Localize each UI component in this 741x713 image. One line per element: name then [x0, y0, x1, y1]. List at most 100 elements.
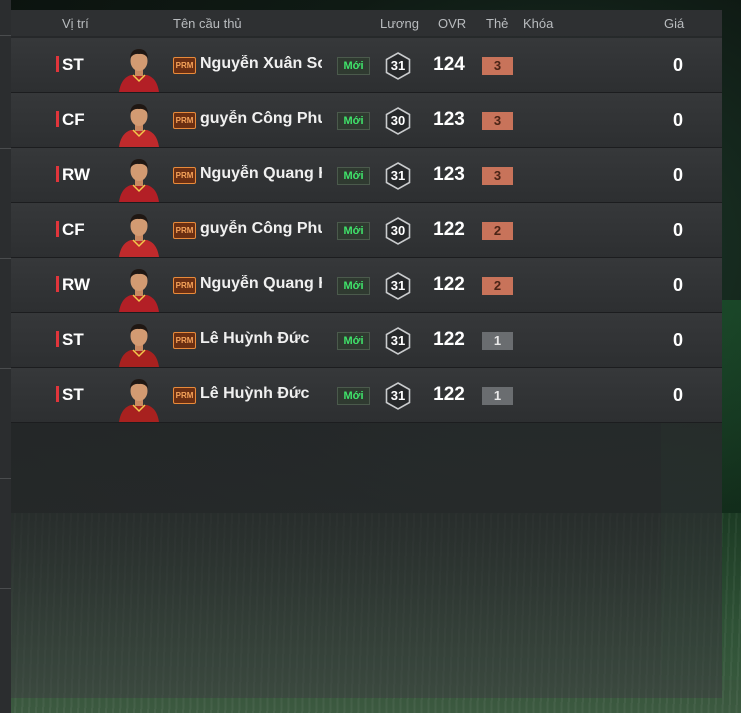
player-name: Nguyễn Xuân Son — [200, 55, 322, 72]
player-avatar-icon — [119, 49, 159, 92]
salary-badge: 30 — [384, 107, 412, 135]
new-badge: Mới — [337, 57, 370, 75]
prm-season-badge: PRM — [173, 332, 196, 349]
price-value: 0 — [672, 110, 683, 130]
card-level-badge: 2 — [482, 222, 513, 240]
header-lock[interactable]: Khóa — [523, 16, 553, 31]
salary-badge: 31 — [384, 52, 412, 80]
position-text: ST — [62, 385, 84, 404]
prm-season-badge: PRM — [173, 277, 196, 294]
salary-value: 30 — [390, 223, 406, 238]
salary-badge: 31 — [384, 382, 412, 410]
position-text: ST — [62, 55, 84, 74]
salary-badge: 30 — [384, 217, 412, 245]
prm-season-badge: PRM — [173, 222, 196, 239]
salary-badge: 31 — [384, 327, 412, 355]
table-row[interactable]: CF PRM guyễn Công Phượ Mới 30 123 3 0 — [11, 93, 722, 148]
prm-season-badge: PRM — [173, 387, 196, 404]
card-level-badge: 2 — [482, 277, 513, 295]
price-value: 0 — [672, 220, 683, 240]
ovr-value: 123 — [433, 109, 465, 130]
prm-season-badge: PRM — [173, 112, 196, 129]
position-label: CF — [56, 110, 85, 130]
player-name: Lê Huỳnh Đức — [200, 385, 310, 402]
position-text: CF — [62, 220, 85, 239]
card-level-badge: 1 — [482, 387, 513, 405]
new-badge: Mới — [337, 167, 370, 185]
table-row[interactable]: ST PRM Lê Huỳnh Đức Mới 31 122 1 0 — [11, 313, 722, 368]
new-badge: Mới — [337, 277, 370, 295]
table-row[interactable]: RW PRM Nguyễn Quang Hả Mới 31 123 3 0 — [11, 148, 722, 203]
player-avatar-icon — [119, 324, 159, 367]
header-card[interactable]: Thẻ — [486, 16, 508, 31]
table-header: Vị trí Tên cầu thủ Lương OVR Thẻ Khóa Gi… — [11, 10, 722, 36]
salary-value: 31 — [390, 58, 406, 73]
player-name: Nguyễn Quang Hả — [200, 165, 322, 182]
new-badge: Mới — [337, 222, 370, 240]
table-row[interactable]: RW PRM Nguyễn Quang Hả Mới 31 122 2 0 — [11, 258, 722, 313]
salary-badge: 31 — [384, 162, 412, 190]
card-level-badge: 3 — [482, 112, 513, 130]
player-avatar-icon — [119, 269, 159, 312]
ovr-value: 122 — [433, 329, 465, 350]
prm-season-badge: PRM — [173, 167, 196, 184]
player-name: Nguyễn Quang Hả — [200, 275, 322, 292]
position-label: CF — [56, 220, 85, 240]
ovr-value: 122 — [433, 219, 465, 240]
price-value: 0 — [672, 330, 683, 350]
position-label: RW — [56, 165, 91, 185]
card-level-badge: 1 — [482, 332, 513, 350]
price-value: 0 — [672, 165, 683, 185]
position-bar — [56, 166, 59, 182]
salary-value: 31 — [390, 278, 406, 293]
position-text: CF — [62, 110, 85, 129]
header-price[interactable]: Giá — [664, 16, 684, 31]
player-avatar-icon — [119, 159, 159, 202]
card-level-badge: 3 — [482, 57, 513, 75]
prm-season-badge: PRM — [173, 57, 196, 74]
salary-value: 30 — [390, 113, 406, 128]
ovr-value: 124 — [433, 54, 465, 75]
header-ovr[interactable]: OVR — [438, 16, 466, 31]
new-badge: Mới — [337, 332, 370, 350]
position-label: RW — [56, 275, 91, 295]
position-bar — [56, 221, 59, 237]
card-level-badge: 3 — [482, 167, 513, 185]
header-name[interactable]: Tên cầu thủ — [173, 16, 242, 31]
player-avatar-icon — [119, 214, 159, 257]
position-bar — [56, 56, 59, 72]
salary-value: 31 — [390, 388, 406, 403]
player-avatar-icon — [119, 379, 159, 422]
position-text: RW — [62, 275, 91, 294]
new-badge: Mới — [337, 387, 370, 405]
table-row[interactable]: ST PRM Lê Huỳnh Đức Mới 31 122 1 0 — [11, 368, 722, 423]
salary-value: 31 — [390, 168, 406, 183]
player-name: guyễn Công Phượ — [200, 220, 322, 237]
position-bar — [56, 276, 59, 292]
position-label: ST — [56, 330, 84, 350]
price-value: 0 — [672, 275, 683, 295]
new-badge: Mới — [337, 112, 370, 130]
position-bar — [56, 386, 59, 402]
salary-value: 31 — [390, 333, 406, 348]
player-list-panel: Vị trí Tên cầu thủ Lương OVR Thẻ Khóa Gi… — [11, 10, 722, 698]
position-label: ST — [56, 55, 84, 75]
player-avatar-icon — [119, 104, 159, 147]
table-row[interactable]: ST PRM Nguyễn Xuân Son Mới 31 124 3 0 — [11, 38, 722, 93]
ovr-value: 122 — [433, 384, 465, 405]
position-label: ST — [56, 385, 84, 405]
position-bar — [56, 111, 59, 127]
salary-badge: 31 — [384, 272, 412, 300]
table-row[interactable]: CF PRM guyễn Công Phượ Mới 30 122 2 0 — [11, 203, 722, 258]
left-edge-panel — [0, 0, 11, 713]
player-name: Lê Huỳnh Đức — [200, 330, 310, 347]
ovr-value: 123 — [433, 164, 465, 185]
header-position[interactable]: Vị trí — [62, 16, 89, 31]
position-text: RW — [62, 165, 91, 184]
position-text: ST — [62, 330, 84, 349]
position-bar — [56, 331, 59, 347]
ovr-value: 122 — [433, 274, 465, 295]
header-salary[interactable]: Lương — [380, 16, 419, 31]
player-name: guyễn Công Phượ — [200, 110, 322, 127]
price-value: 0 — [672, 55, 683, 75]
